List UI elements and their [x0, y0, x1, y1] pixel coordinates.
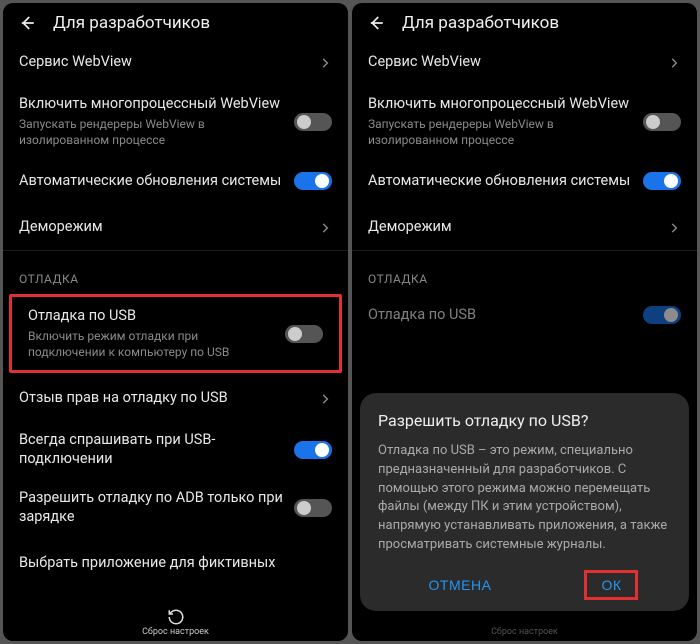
toggle-auto-update[interactable] [294, 172, 332, 190]
row-demo-mode[interactable]: Деморежим [352, 204, 697, 250]
row-webview-service[interactable]: Сервис WebView [3, 39, 348, 85]
usb-debug-dialog: Разрешить отладку по USB? Отладка по USB… [360, 393, 689, 611]
row-title: Всегда спрашивать при USB-подключении [19, 431, 284, 469]
row-subtitle: Включить режим отладки при подключении к… [28, 328, 275, 360]
row-title: Деморежим [19, 218, 308, 237]
row-select-mock-app[interactable]: Выбрать приложение для фиктивных [3, 537, 348, 583]
back-arrow-icon[interactable] [17, 13, 37, 33]
settings-list: Сервис WebView Включить многопроцессный … [3, 39, 348, 602]
row-always-ask-usb[interactable]: Всегда спрашивать при USB-подключении [3, 421, 348, 479]
chevron-right-icon [318, 55, 332, 69]
row-title: Сервис WebView [19, 53, 308, 72]
row-title: Разрешить отладку по ADB только при заря… [19, 489, 284, 527]
header-title: Для разработчиков [402, 13, 559, 33]
reset-icon[interactable] [167, 608, 185, 626]
toggle-multiprocess[interactable] [643, 113, 681, 131]
row-usb-debug[interactable]: Отладка по USB [352, 292, 697, 338]
cancel-button[interactable]: ОТМЕНА [411, 569, 510, 601]
row-multiprocess-webview[interactable]: Включить многопроцессный WebView Запуска… [3, 85, 348, 158]
row-title: Отладка по USB [368, 306, 633, 325]
header-title: Для разработчиков [53, 13, 210, 33]
toggle-always-ask[interactable] [294, 441, 332, 459]
dialog-body: Отладка по USB – это режим, специально п… [378, 442, 671, 555]
bottom-label: Сброс настроек [491, 627, 558, 637]
toggle-auto-update[interactable] [643, 172, 681, 190]
highlight-usb-debug: Отладка по USB Включить режим отладки пр… [9, 294, 342, 373]
bottom-bar: Сброс настроек [3, 602, 348, 641]
section-divider [3, 250, 348, 258]
row-title: Включить многопроцессный WebView [19, 95, 284, 114]
dialog-actions: ОТМЕНА ОК [378, 569, 671, 601]
row-title: Выбрать приложение для фиктивных [19, 554, 332, 573]
row-title: Автоматические обновления системы [19, 172, 284, 191]
toggle-adb-charge[interactable] [294, 499, 332, 517]
row-title: Сервис WebView [368, 53, 657, 72]
row-title: Деморежим [368, 218, 657, 237]
row-usb-debug[interactable]: Отладка по USB Включить режим отладки пр… [12, 297, 339, 370]
row-adb-charge-only[interactable]: Разрешить отладку по ADB только при заря… [3, 479, 348, 537]
row-title: Автоматические обновления системы [368, 172, 633, 191]
section-divider [352, 250, 697, 258]
bottom-label: Сброс настроек [142, 627, 209, 637]
row-subtitle: Запускать рендереры WebView в изолирован… [19, 116, 284, 148]
phone-right: Для разработчиков Сервис WebView Включит… [352, 3, 697, 641]
section-header-debug: ОТЛАДКА [352, 258, 697, 292]
section-header-debug: ОТЛАДКА [3, 258, 348, 292]
bottom-bar: Сброс настроек [352, 621, 697, 641]
chevron-right-icon [318, 391, 332, 405]
toggle-usb-debug[interactable] [643, 306, 681, 324]
chevron-right-icon [667, 55, 681, 69]
chevron-right-icon [667, 220, 681, 234]
ok-button[interactable]: ОК [584, 570, 638, 600]
row-title: Отладка по USB [28, 307, 275, 326]
row-multiprocess-webview[interactable]: Включить многопроцессный WebView Запуска… [352, 85, 697, 158]
row-subtitle: Запускать рендереры WebView в изолирован… [368, 116, 633, 148]
header: Для разработчиков [3, 3, 348, 39]
row-auto-update[interactable]: Автоматические обновления системы [3, 158, 348, 204]
toggle-multiprocess[interactable] [294, 113, 332, 131]
toggle-usb-debug[interactable] [285, 325, 323, 343]
dialog-title: Разрешить отладку по USB? [378, 411, 671, 430]
phone-left: Для разработчиков Сервис WebView Включит… [3, 3, 348, 641]
header: Для разработчиков [352, 3, 697, 39]
back-arrow-icon[interactable] [366, 13, 386, 33]
row-title: Отзыв прав на отладку по USB [19, 389, 308, 408]
row-demo-mode[interactable]: Деморежим [3, 204, 348, 250]
row-webview-service[interactable]: Сервис WebView [352, 39, 697, 85]
chevron-right-icon [318, 220, 332, 234]
row-revoke-usb[interactable]: Отзыв прав на отладку по USB [3, 375, 348, 421]
row-auto-update[interactable]: Автоматические обновления системы [352, 158, 697, 204]
row-title: Включить многопроцессный WebView [368, 95, 633, 114]
